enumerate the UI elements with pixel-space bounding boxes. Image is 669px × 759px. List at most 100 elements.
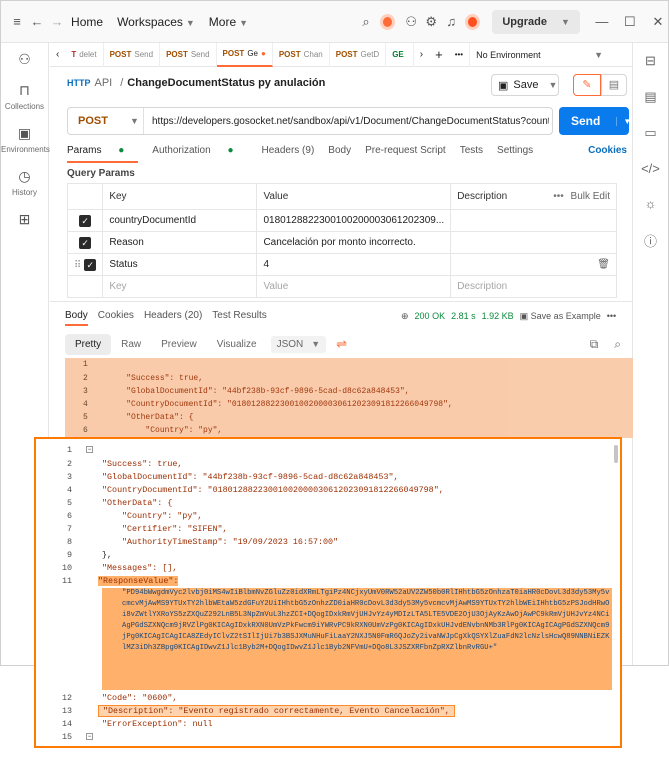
back-icon[interactable]: ←	[27, 14, 47, 29]
tab-test-results[interactable]: Test Results	[212, 310, 266, 326]
environment-quicklook-icon[interactable]: ⊟	[633, 43, 668, 79]
more-icon[interactable]: •••	[607, 311, 616, 322]
fold-icon[interactable]: −	[86, 446, 93, 453]
method-select[interactable]: POST ▼	[68, 108, 144, 134]
close-icon[interactable]: ✕	[648, 14, 668, 30]
bell-icon[interactable]: ♫	[441, 14, 461, 29]
param-value[interactable]: 4	[256, 253, 452, 276]
response-time[interactable]: 2.81 s	[451, 311, 476, 322]
request-tab[interactable]: POST Chan	[273, 42, 330, 67]
docs-icon[interactable]: ▤	[601, 74, 627, 96]
more-menu[interactable]: More ▼	[209, 15, 248, 29]
search-icon[interactable]: ⌕	[614, 337, 621, 352]
sidebar-item-history[interactable]: ◷ History	[1, 160, 48, 203]
scrollbar[interactable]	[614, 445, 618, 463]
row-checkbox[interactable]: ✓	[66, 209, 104, 232]
code-text: "Code": "0600",	[102, 693, 178, 703]
response-size[interactable]: 1.92 KB	[482, 311, 514, 322]
more-tabs-icon[interactable]: •••	[449, 43, 469, 67]
tabs-scroll-right[interactable]: ›	[414, 43, 429, 67]
drag-handle-icon[interactable]: ⠿	[74, 260, 81, 271]
save-example-button[interactable]: ▣ Save as Example	[520, 311, 601, 322]
view-visualize[interactable]: Visualize	[207, 334, 267, 355]
description-placeholder[interactable]: Description	[450, 275, 617, 298]
tab-settings[interactable]: Settings	[497, 145, 533, 163]
menu-icon[interactable]: ≡	[7, 14, 27, 29]
param-key[interactable]: Status	[102, 253, 258, 276]
sidebar-item-environments[interactable]: ▣ Environments	[1, 117, 50, 160]
bulk-edit-link[interactable]: Bulk Edit	[571, 191, 610, 202]
view-preview[interactable]: Preview	[151, 334, 207, 355]
tab-pre-request-script[interactable]: Pre-request Script	[365, 145, 446, 163]
tab-body[interactable]: Body	[328, 145, 351, 163]
param-value[interactable]: Cancelación por monto incorrecto.	[256, 231, 452, 254]
search-icon[interactable]: ⌕	[356, 14, 376, 30]
url-input[interactable]: https://developers.gosocket.net/sandbox/…	[144, 116, 549, 127]
param-description[interactable]	[450, 209, 617, 232]
send-button[interactable]: Send ▼	[559, 107, 631, 135]
workspaces-menu[interactable]: Workspaces ▼	[117, 15, 195, 29]
sidebar-item-apps[interactable]: ⊞	[1, 203, 48, 234]
save-button[interactable]: ▣ Save ▼	[491, 74, 559, 96]
maximize-icon[interactable]: ☐	[620, 14, 640, 30]
chevron-down-icon[interactable]: ▼	[616, 116, 631, 126]
tabs-scroll-left[interactable]: ‹	[50, 43, 65, 67]
row-checkbox[interactable]: ⠿ ✓	[66, 253, 104, 276]
home-link[interactable]: Home	[71, 15, 103, 29]
documentation-icon[interactable]: ▤	[633, 79, 668, 115]
settings-icon[interactable]: ⚙	[421, 14, 441, 30]
request-tab[interactable]: POST Send	[160, 42, 217, 67]
param-description[interactable]: 🗑	[450, 253, 617, 276]
param-key[interactable]: Reason	[102, 231, 258, 254]
copy-icon[interactable]: ⧉	[590, 337, 599, 352]
view-raw[interactable]: Raw	[111, 334, 151, 355]
wrap-lines-icon[interactable]: ⇌	[336, 336, 347, 352]
value-placeholder[interactable]: Value	[256, 275, 452, 298]
key-placeholder[interactable]: Key	[102, 275, 258, 298]
request-tab[interactable]: POST GetD	[330, 42, 387, 67]
request-name[interactable]: ChangeDocumentStatus py anulación	[127, 77, 325, 89]
tab-response-body[interactable]: Body	[65, 310, 88, 326]
param-key[interactable]: countryDocumentId	[102, 209, 258, 232]
line-number: 11	[61, 576, 72, 586]
tab-headers[interactable]: Headers (9)	[261, 145, 314, 163]
status-badge[interactable]: 200 OK	[415, 311, 446, 322]
comments-icon[interactable]: ▭	[633, 115, 668, 151]
fold-icon[interactable]: −	[86, 733, 93, 740]
trash-icon[interactable]: 🗑	[597, 259, 610, 270]
more-icon[interactable]: •••	[553, 191, 564, 202]
view-pretty[interactable]: Pretty	[65, 333, 112, 355]
avatar[interactable]	[465, 13, 481, 30]
param-description[interactable]	[450, 231, 617, 254]
tab-response-headers[interactable]: Headers (20)	[144, 310, 202, 326]
invite-icon[interactable]: ⚇	[401, 14, 421, 30]
code-icon[interactable]: </>	[633, 151, 668, 186]
minimize-icon[interactable]: —	[592, 14, 612, 29]
tab-tests[interactable]: Tests	[460, 145, 483, 163]
lightbulb-icon[interactable]: ☼	[633, 186, 668, 221]
table-row: ✓ countryDocumentId 01801288223001002000…	[66, 209, 617, 232]
tab-response-cookies[interactable]: Cookies	[98, 310, 134, 326]
request-tab[interactable]: Tdelet	[65, 42, 104, 67]
param-value[interactable]: 0180128822300100200003061202309...	[256, 209, 452, 232]
request-tab[interactable]: GE	[386, 42, 414, 67]
info-icon[interactable]: ⓘ	[633, 221, 668, 260]
tab-params[interactable]: Params ●	[67, 145, 139, 163]
edit-icon[interactable]: ✎	[573, 74, 601, 96]
request-tab-active[interactable]: POST Ge ●	[216, 42, 273, 67]
format-select[interactable]: JSON ▼	[270, 335, 327, 353]
sidebar-item-workspace[interactable]: ⚇	[1, 43, 48, 74]
request-tab[interactable]: POST Send	[104, 42, 161, 67]
row-checkbox[interactable]: ✓	[66, 231, 104, 254]
code-text: "CountryDocumentId": "018012882230010020…	[126, 400, 453, 409]
breadcrumb-root[interactable]: API	[95, 77, 113, 89]
tab-authorization[interactable]: Authorization ●	[152, 145, 247, 163]
environment-select[interactable]: No Environment ▼	[469, 42, 609, 67]
upgrade-button[interactable]: Upgrade ▼	[492, 9, 580, 34]
forward-icon[interactable]: →	[47, 14, 67, 29]
sidebar-item-collections[interactable]: ⊓ Collections	[1, 74, 48, 117]
new-tab-icon[interactable]: +	[429, 43, 449, 67]
tab-method: POST	[109, 50, 132, 59]
cookies-link[interactable]: Cookies	[588, 145, 627, 163]
line-number: 4	[66, 485, 72, 495]
